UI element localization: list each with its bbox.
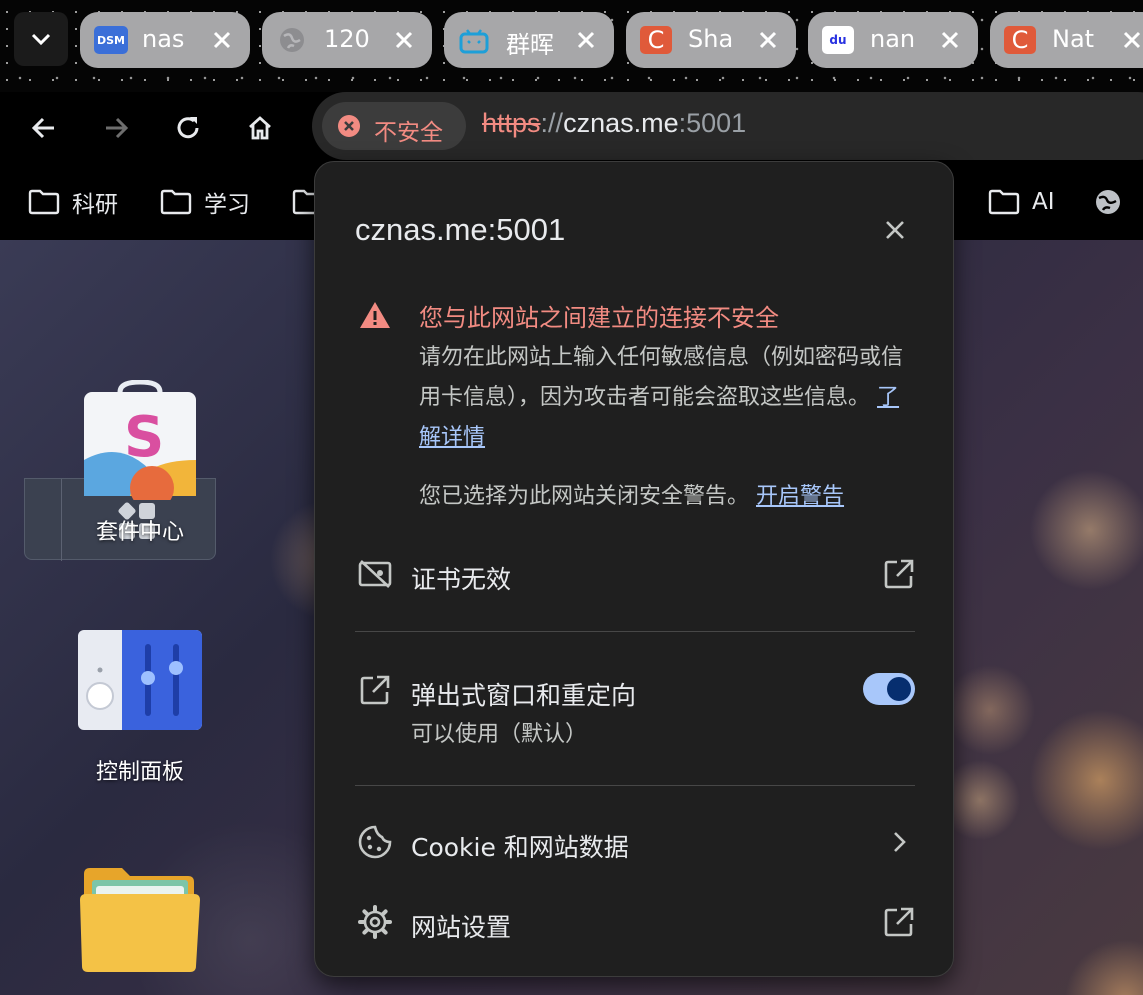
divider (355, 785, 915, 786)
url-separator: :// (540, 108, 564, 138)
warning-title: 您与此网站之间建立的连接不安全 (419, 304, 779, 332)
popups-toggle[interactable] (863, 673, 915, 705)
bookmark-folder-ai[interactable]: AI (988, 186, 1055, 218)
folder-outline-icon (160, 189, 192, 215)
home-button[interactable] (240, 108, 280, 148)
divider (355, 631, 915, 632)
folder-icon (80, 868, 200, 972)
toggle-knob (887, 677, 911, 701)
desktop-app-folder[interactable] (60, 866, 220, 976)
address-bar[interactable]: 不安全 https://cznas.me:5001 (312, 92, 1143, 160)
tab-search-button[interactable] (14, 12, 68, 66)
site-info-button[interactable]: 不安全 (322, 102, 466, 150)
url-text[interactable]: https://cznas.me:5001 (482, 108, 746, 139)
dsm-icon: DSM (94, 26, 128, 54)
folder-outline-icon (28, 189, 60, 215)
csdn-icon: C (1004, 26, 1036, 54)
chevron-right-icon (881, 824, 917, 860)
not-secure-icon (338, 115, 360, 137)
package-center-icon: S (84, 380, 196, 500)
folder-outline-icon (988, 189, 1020, 215)
external-link-icon (881, 904, 917, 940)
tab-title: nas (142, 25, 185, 53)
forward-button[interactable] (96, 108, 136, 148)
csdn-icon: C (640, 26, 672, 54)
site-settings-label: 网站设置 (411, 913, 512, 942)
cookies-row[interactable]: Cookie 和网站数据 (315, 822, 955, 866)
external-link-icon (881, 556, 917, 592)
close-icon[interactable] (392, 28, 416, 52)
tab-nas[interactable]: DSM nas (80, 12, 250, 68)
bookmark-label: AI (1032, 189, 1055, 215)
site-settings-row[interactable]: 网站设置 (315, 902, 955, 946)
tab-nat[interactable]: C Nat (990, 12, 1143, 68)
certificate-label: 证书无效 (411, 565, 512, 594)
close-icon[interactable] (881, 216, 909, 244)
gear-icon (357, 904, 393, 940)
tab-strip: DSM nas 120 群晖 C Sha du nan C Nat (0, 0, 1143, 92)
popups-permission-row[interactable]: 弹出式窗口和重定向 可以使用（默认） (315, 670, 955, 750)
globe-icon (1096, 190, 1120, 214)
popups-label: 弹出式窗口和重定向 (411, 681, 637, 710)
security-label: 不安全 (374, 120, 443, 146)
bilibili-icon (459, 29, 489, 54)
control-panel-icon (78, 630, 202, 730)
close-icon[interactable] (1120, 28, 1143, 52)
tab-title: 120 (324, 25, 370, 53)
site-info-popup: cznas.me:5001 您与此网站之间建立的连接不安全 请勿在此网站上输入任… (314, 161, 954, 977)
certificate-row[interactable]: 证书无效 (315, 552, 955, 600)
app-label: 套件中心 (95, 520, 184, 545)
tab-title: Nat (1052, 25, 1095, 53)
cookies-label: Cookie 和网站数据 (411, 833, 629, 862)
tab-nan[interactable]: du nan (808, 12, 978, 68)
desktop-app-package-center[interactable]: S 套件中心 (60, 380, 220, 560)
warnings-off-text: 您已选择为此网站关闭安全警告。 (419, 484, 750, 509)
chevron-down-icon (31, 33, 51, 46)
bookmark-site[interactable] (1094, 186, 1122, 218)
baidu-icon: du (822, 26, 854, 54)
bookmark-label: 科研 (72, 192, 118, 218)
certificate-invalid-icon (357, 556, 393, 592)
url-host: cznas.me (563, 108, 679, 138)
warning-body: 请勿在此网站上输入任何敏感信息（例如密码或信用卡信息），因为攻击者可能会盗取这些… (419, 338, 919, 458)
popups-sublabel: 可以使用（默认） (411, 722, 588, 747)
home-icon (249, 116, 271, 140)
warnings-disabled-notice: 您已选择为此网站关闭安全警告。 开启警告 (419, 478, 844, 510)
cookie-icon (357, 824, 393, 860)
bookmark-label: 学习 (204, 192, 250, 218)
browser-toolbar: 不安全 https://cznas.me:5001 (0, 92, 1143, 164)
popup-site-title: cznas.me:5001 (355, 212, 566, 247)
reload-icon (177, 117, 199, 139)
close-icon[interactable] (574, 28, 598, 52)
tab-synology[interactable]: 群晖 (444, 12, 614, 68)
url-port: :5001 (678, 108, 747, 138)
app-label: 控制面板 (95, 760, 184, 785)
close-icon[interactable] (210, 28, 234, 52)
tab-title: 群晖 (506, 31, 554, 55)
reenable-warnings-link[interactable]: 开启警告 (756, 484, 844, 509)
reload-button[interactable] (168, 108, 208, 148)
warning-description: 请勿在此网站上输入任何敏感信息（例如密码或信用卡信息），因为攻击者可能会盗取这些… (419, 345, 904, 410)
tab-title: Sha (688, 25, 734, 53)
back-button[interactable] (24, 108, 64, 148)
arrow-left-icon (31, 117, 54, 139)
desktop-app-control-panel[interactable]: 控制面板 (60, 630, 220, 800)
bookmark-folder-study[interactable]: 学习 (160, 186, 250, 218)
arrow-right-icon (106, 117, 129, 139)
url-scheme: https (482, 108, 541, 138)
tab-sha[interactable]: C Sha (626, 12, 796, 68)
popup-redirect-icon (357, 672, 393, 708)
warning-icon (360, 302, 390, 328)
bookmark-folder-research[interactable]: 科研 (28, 186, 118, 218)
close-icon[interactable] (756, 28, 780, 52)
tab-120[interactable]: 120 (262, 12, 432, 68)
close-icon[interactable] (938, 28, 962, 52)
globe-icon (280, 28, 304, 52)
svg-text:S: S (124, 405, 164, 470)
tab-title: nan (870, 25, 916, 53)
